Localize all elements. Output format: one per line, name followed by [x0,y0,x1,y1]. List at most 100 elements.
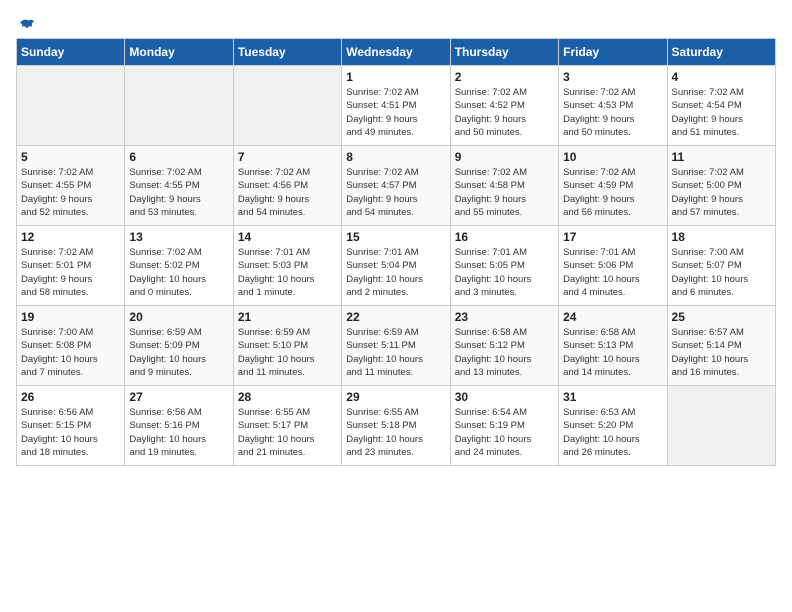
day-info: Sunrise: 6:55 AM Sunset: 5:18 PM Dayligh… [346,406,445,459]
page-header [16,16,776,30]
calendar-week-row: 19 Sunrise: 7:00 AM Sunset: 5:08 PM Dayli… [17,306,776,386]
calendar-header: SundayMondayTuesdayWednesdayThursdayFrid… [17,39,776,66]
day-number: 8 [346,150,445,164]
day-number: 31 [563,390,662,404]
logo-bird-icon [18,16,36,34]
calendar-cell [233,66,341,146]
calendar-cell: 20 Sunrise: 6:59 AM Sunset: 5:09 PM Dayli… [125,306,233,386]
calendar-cell: 18Sunrise: 7:00 AM Sunset: 5:07 PM Dayli… [667,226,775,306]
calendar-cell: 31 Sunrise: 6:53 AM Sunset: 5:20 PM Dayli… [559,386,667,466]
calendar-cell: 16 Sunrise: 7:01 AM Sunset: 5:05 PM Dayli… [450,226,558,306]
calendar-table: SundayMondayTuesdayWednesdayThursdayFrid… [16,38,776,466]
calendar-cell [17,66,125,146]
day-info: Sunrise: 7:01 AM Sunset: 5:03 PM Dayligh… [238,246,337,299]
calendar-week-row: 26Sunrise: 6:56 AM Sunset: 5:15 PM Dayli… [17,386,776,466]
day-info: Sunrise: 6:59 AM Sunset: 5:11 PM Dayligh… [346,326,445,379]
day-number: 11 [672,150,771,164]
day-info: Sunrise: 6:55 AM Sunset: 5:17 PM Dayligh… [238,406,337,459]
calendar-cell: 14Sunrise: 7:01 AM Sunset: 5:03 PM Dayli… [233,226,341,306]
calendar-cell: 6 Sunrise: 7:02 AM Sunset: 4:55 PM Daylig… [125,146,233,226]
day-number: 6 [129,150,228,164]
calendar-cell: 10 Sunrise: 7:02 AM Sunset: 4:59 PM Dayli… [559,146,667,226]
calendar-week-row: 1 Sunrise: 7:02 AM Sunset: 4:51 PM Daylig… [17,66,776,146]
day-number: 30 [455,390,554,404]
day-number: 4 [672,70,771,84]
day-info: Sunrise: 7:02 AM Sunset: 4:55 PM Dayligh… [129,166,228,219]
day-number: 7 [238,150,337,164]
calendar-cell: 30 Sunrise: 6:54 AM Sunset: 5:19 PM Dayli… [450,386,558,466]
calendar-cell: 23Sunrise: 6:58 AM Sunset: 5:12 PM Dayli… [450,306,558,386]
day-number: 24 [563,310,662,324]
calendar-cell: 11 Sunrise: 7:02 AM Sunset: 5:00 PM Dayli… [667,146,775,226]
day-number: 16 [455,230,554,244]
day-info: Sunrise: 6:57 AM Sunset: 5:14 PM Dayligh… [672,326,771,379]
day-number: 19 [21,310,120,324]
day-info: Sunrise: 7:00 AM Sunset: 5:08 PM Dayligh… [21,326,120,379]
day-number: 3 [563,70,662,84]
day-info: Sunrise: 7:02 AM Sunset: 4:53 PM Dayligh… [563,86,662,139]
calendar-cell: 5Sunrise: 7:02 AM Sunset: 4:55 PM Daylig… [17,146,125,226]
day-info: Sunrise: 6:59 AM Sunset: 5:10 PM Dayligh… [238,326,337,379]
day-number: 28 [238,390,337,404]
calendar-cell: 25 Sunrise: 6:57 AM Sunset: 5:14 PM Dayli… [667,306,775,386]
day-info: Sunrise: 7:02 AM Sunset: 4:51 PM Dayligh… [346,86,445,139]
calendar-cell: 19 Sunrise: 7:00 AM Sunset: 5:08 PM Dayli… [17,306,125,386]
weekday-header: Monday [125,39,233,66]
weekday-header: Tuesday [233,39,341,66]
calendar-cell: 7 Sunrise: 7:02 AM Sunset: 4:56 PM Daylig… [233,146,341,226]
calendar-week-row: 5 Sunrise: 7:02 AM Sunset: 4:55 PM Daylig… [17,146,776,226]
calendar-cell: 8 Sunrise: 7:02 AM Sunset: 4:57 PM Daylig… [342,146,450,226]
day-info: Sunrise: 7:00 AM Sunset: 5:07 PM Dayligh… [672,246,771,299]
calendar-cell: 28 Sunrise: 6:55 AM Sunset: 5:17 PM Dayli… [233,386,341,466]
day-number: 2 [455,70,554,84]
day-info: Sunrise: 7:02 AM Sunset: 4:58 PM Dayligh… [455,166,554,219]
day-number: 13 [129,230,228,244]
weekday-header: Wednesday [342,39,450,66]
day-number: 10 [563,150,662,164]
day-info: Sunrise: 6:54 AM Sunset: 5:19 PM Dayligh… [455,406,554,459]
calendar-cell: 2 Sunrise: 7:02 AM Sunset: 4:52 PM Daylig… [450,66,558,146]
weekday-row: SundayMondayTuesdayWednesdayThursdayFrid… [17,39,776,66]
day-number: 23 [455,310,554,324]
calendar-cell: 15 Sunrise: 7:01 AM Sunset: 5:04 PM Dayli… [342,226,450,306]
calendar-cell: 26Sunrise: 6:56 AM Sunset: 5:15 PM Dayli… [17,386,125,466]
day-info: Sunrise: 7:01 AM Sunset: 5:06 PM Dayligh… [563,246,662,299]
day-info: Sunrise: 7:02 AM Sunset: 4:52 PM Dayligh… [455,86,554,139]
day-number: 12 [21,230,120,244]
day-info: Sunrise: 7:02 AM Sunset: 4:56 PM Dayligh… [238,166,337,219]
calendar-cell: 27Sunrise: 6:56 AM Sunset: 5:16 PM Dayli… [125,386,233,466]
day-number: 21 [238,310,337,324]
weekday-header: Friday [559,39,667,66]
day-number: 29 [346,390,445,404]
day-number: 20 [129,310,228,324]
day-info: Sunrise: 6:53 AM Sunset: 5:20 PM Dayligh… [563,406,662,459]
day-number: 5 [21,150,120,164]
calendar-cell: 3 Sunrise: 7:02 AM Sunset: 4:53 PM Daylig… [559,66,667,146]
calendar-cell: 21 Sunrise: 6:59 AM Sunset: 5:10 PM Dayli… [233,306,341,386]
calendar-cell [125,66,233,146]
calendar-cell: 29 Sunrise: 6:55 AM Sunset: 5:18 PM Dayli… [342,386,450,466]
day-info: Sunrise: 7:02 AM Sunset: 4:57 PM Dayligh… [346,166,445,219]
day-number: 1 [346,70,445,84]
day-info: Sunrise: 7:02 AM Sunset: 4:59 PM Dayligh… [563,166,662,219]
calendar-body: 1 Sunrise: 7:02 AM Sunset: 4:51 PM Daylig… [17,66,776,466]
day-info: Sunrise: 7:01 AM Sunset: 5:04 PM Dayligh… [346,246,445,299]
day-info: Sunrise: 6:58 AM Sunset: 5:13 PM Dayligh… [563,326,662,379]
calendar-cell: 24 Sunrise: 6:58 AM Sunset: 5:13 PM Dayli… [559,306,667,386]
day-info: Sunrise: 7:02 AM Sunset: 5:02 PM Dayligh… [129,246,228,299]
day-number: 15 [346,230,445,244]
day-info: Sunrise: 7:02 AM Sunset: 4:54 PM Dayligh… [672,86,771,139]
day-info: Sunrise: 7:01 AM Sunset: 5:05 PM Dayligh… [455,246,554,299]
day-number: 27 [129,390,228,404]
logo [16,16,36,30]
calendar-cell [667,386,775,466]
weekday-header: Thursday [450,39,558,66]
calendar-cell: 12Sunrise: 7:02 AM Sunset: 5:01 PM Dayli… [17,226,125,306]
calendar-cell: 13 Sunrise: 7:02 AM Sunset: 5:02 PM Dayli… [125,226,233,306]
day-number: 25 [672,310,771,324]
day-info: Sunrise: 6:59 AM Sunset: 5:09 PM Dayligh… [129,326,228,379]
day-info: Sunrise: 7:02 AM Sunset: 5:00 PM Dayligh… [672,166,771,219]
calendar-cell: 1 Sunrise: 7:02 AM Sunset: 4:51 PM Daylig… [342,66,450,146]
calendar-cell: 9Sunrise: 7:02 AM Sunset: 4:58 PM Daylig… [450,146,558,226]
day-number: 17 [563,230,662,244]
